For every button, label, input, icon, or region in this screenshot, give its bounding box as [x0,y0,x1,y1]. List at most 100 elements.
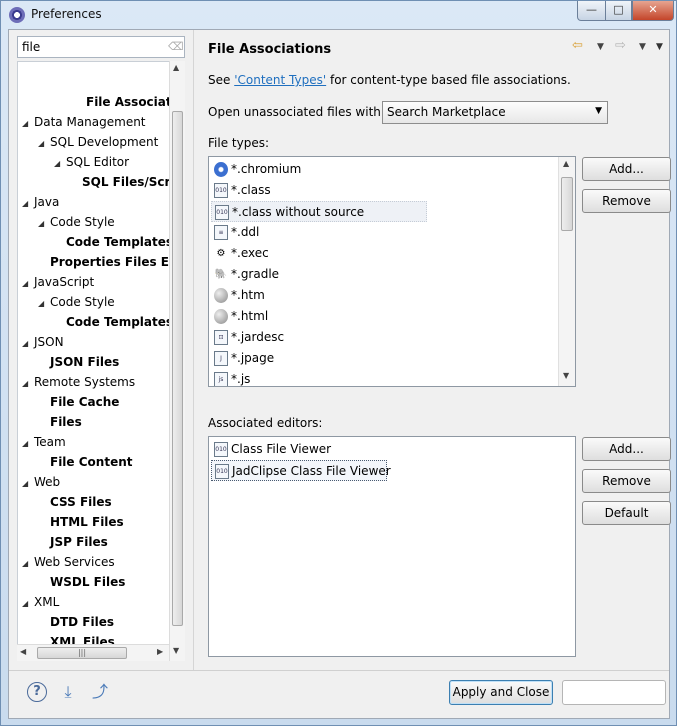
filter-input[interactable]: file ⌫ [17,36,185,58]
file-type-row[interactable]: js *.js [211,369,250,386]
tree-item-label: XML [34,595,60,609]
cancel-button[interactable] [562,680,666,705]
file-type-row[interactable]: *.chromium [211,159,301,180]
expand-arrow-icon[interactable]: ◢ [22,114,34,134]
file-type-row[interactable]: ⚙ *.exec [211,243,269,264]
tree-item[interactable]: ◢ SQL Editor [54,152,129,172]
scroll-down-icon[interactable]: ▼ [563,371,569,380]
tree-item[interactable]: ◢ JSON [22,332,64,352]
view-menu-icon[interactable]: ▼ [656,42,663,52]
tree-item[interactable]: Properties Files Ed [38,252,178,272]
open-unassociated-select[interactable]: Search Marketplace ▼ [382,101,608,124]
expand-arrow-icon[interactable]: ◢ [22,334,34,354]
scroll-left-icon[interactable]: ◀ [20,647,26,656]
tree-item[interactable]: SQL Files/Scr [70,172,170,192]
tree-item[interactable]: JSP Files [38,532,108,552]
tree-item[interactable]: ◢ Remote Systems [22,372,135,392]
file-type-name: *.html [231,309,269,323]
expand-arrow-icon[interactable]: ◢ [22,434,34,454]
file-type-row[interactable]: *.htm [211,285,265,306]
preference-tree[interactable]: File Association ◢ Data Management ◢ SQL Dev… [17,61,185,661]
tree-item[interactable]: ◢ SQL Development [38,132,158,152]
tree-item[interactable]: DTD Files [38,612,114,632]
tree-item[interactable]: File Cache [38,392,119,412]
tree-item[interactable]: CSS Files [38,492,112,512]
file-type-row[interactable]: ≡ *.ddl [211,222,259,243]
scroll-down-icon[interactable]: ▼ [173,646,179,655]
file-type-row[interactable]: 010 *.class [211,180,271,201]
expand-arrow-icon[interactable]: ◢ [22,594,34,614]
tree-item[interactable]: WSDL Files [38,572,125,592]
tree-item[interactable]: ◢ XML [22,592,59,612]
associated-editors-list[interactable]: 010 Class File Viewer 010 JadClipse Class F… [208,436,576,657]
tree-item[interactable]: ◢ Code Style [38,212,115,232]
editor-remove-button[interactable]: Remove [582,469,671,493]
window-title: Preferences [31,7,102,21]
ddl-file-icon: ≡ [214,225,228,240]
forward-dropdown-icon[interactable]: ▼ [639,42,646,52]
tree-item[interactable]: ◢ Web [22,472,60,492]
content-types-link[interactable]: 'Content Types' [234,73,326,87]
expand-arrow-icon[interactable]: ◢ [54,154,66,174]
tree-item[interactable]: ◢ JavaScript [22,272,94,292]
file-type-remove-button[interactable]: Remove [582,189,671,213]
file-types-scrollbar[interactable]: ▲ ▼ [558,157,575,386]
forward-arrow-icon[interactable]: ⇨ [615,38,626,53]
select-value: Search Marketplace [387,105,506,119]
tree-item[interactable]: Files [38,412,82,432]
tree-item-label: Web Services [34,555,115,569]
help-icon[interactable]: ? [27,682,47,702]
tree-vertical-scrollbar[interactable]: ▲ ▼ [169,61,185,661]
tree-horizontal-scrollbar[interactable]: ◀ ||| ▶ [17,644,169,661]
scroll-right-icon[interactable]: ▶ [157,647,163,656]
file-type-row[interactable]: ⊡ *.jardesc [211,327,284,348]
import-icon[interactable]: ⤓ [57,682,79,702]
close-button[interactable]: ✕ [632,1,674,21]
tree-item[interactable]: File Content [38,452,133,472]
sash-divider[interactable] [193,30,194,670]
file-type-row[interactable]: J *.jpage [211,348,274,369]
editor-row[interactable]: 010 Class File Viewer [211,439,331,460]
expand-arrow-icon[interactable]: ◢ [38,134,50,154]
tree-item[interactable]: Code Templates [54,312,173,332]
expand-arrow-icon[interactable]: ◢ [22,474,34,494]
back-arrow-icon[interactable]: ⇦ [572,38,583,53]
editor-add-button[interactable]: Add... [582,437,671,461]
scroll-thumb[interactable] [561,177,573,231]
file-type-row[interactable]: 🐘 *.gradle [211,264,279,285]
tree-item[interactable]: ◢ Web Services [22,552,115,572]
tree-item[interactable]: Code Templates [54,232,173,252]
file-type-row[interactable]: *.html [211,306,268,327]
expand-arrow-icon[interactable]: ◢ [22,194,34,214]
file-type-add-button[interactable]: Add... [582,157,671,181]
scroll-thumb[interactable] [172,111,183,626]
tree-item[interactable]: ◢ Code Style [38,292,115,312]
expand-arrow-icon[interactable]: ◢ [38,294,50,314]
minimize-button[interactable]: — [577,1,606,21]
editor-default-button[interactable]: Default [582,501,671,525]
expand-arrow-icon[interactable]: ◢ [22,274,34,294]
maximize-button[interactable]: □ [605,1,632,21]
export-icon[interactable]: ⤴ [89,682,111,702]
tree-item[interactable]: ◢ Java [22,192,59,212]
tree-item[interactable]: ◢ Team [22,432,66,452]
scroll-up-icon[interactable]: ▲ [173,63,179,72]
tree-item[interactable]: HTML Files [38,512,124,532]
tree-item[interactable]: JSON Files [38,352,119,372]
expand-arrow-icon[interactable]: ◢ [38,214,50,234]
scroll-up-icon[interactable]: ▲ [563,159,569,168]
expand-arrow-icon[interactable]: ◢ [22,374,34,394]
back-dropdown-icon[interactable]: ▼ [597,42,604,52]
title-bar[interactable]: Preferences — □ ✕ [1,1,676,29]
hscroll-thumb[interactable]: ||| [37,647,127,659]
file-types-list[interactable]: *.chromium 010 *.class 010 *.class without s… [208,156,576,387]
open-unassociated-label: Open unassociated files with: [208,105,385,119]
web-globe-icon [214,309,228,324]
expand-arrow-icon[interactable]: ◢ [22,554,34,574]
file-type-name: *.ddl [231,225,260,239]
tree-item[interactable]: ◢ Data Management [22,112,146,132]
editor-row[interactable]: 010 JadClipse Class File Viewer [211,460,391,481]
file-type-row[interactable]: 010 *.class without source [211,201,427,222]
clear-filter-icon[interactable]: ⌫ [168,41,184,53]
apply-and-close-button[interactable]: Apply and Close [449,680,553,705]
